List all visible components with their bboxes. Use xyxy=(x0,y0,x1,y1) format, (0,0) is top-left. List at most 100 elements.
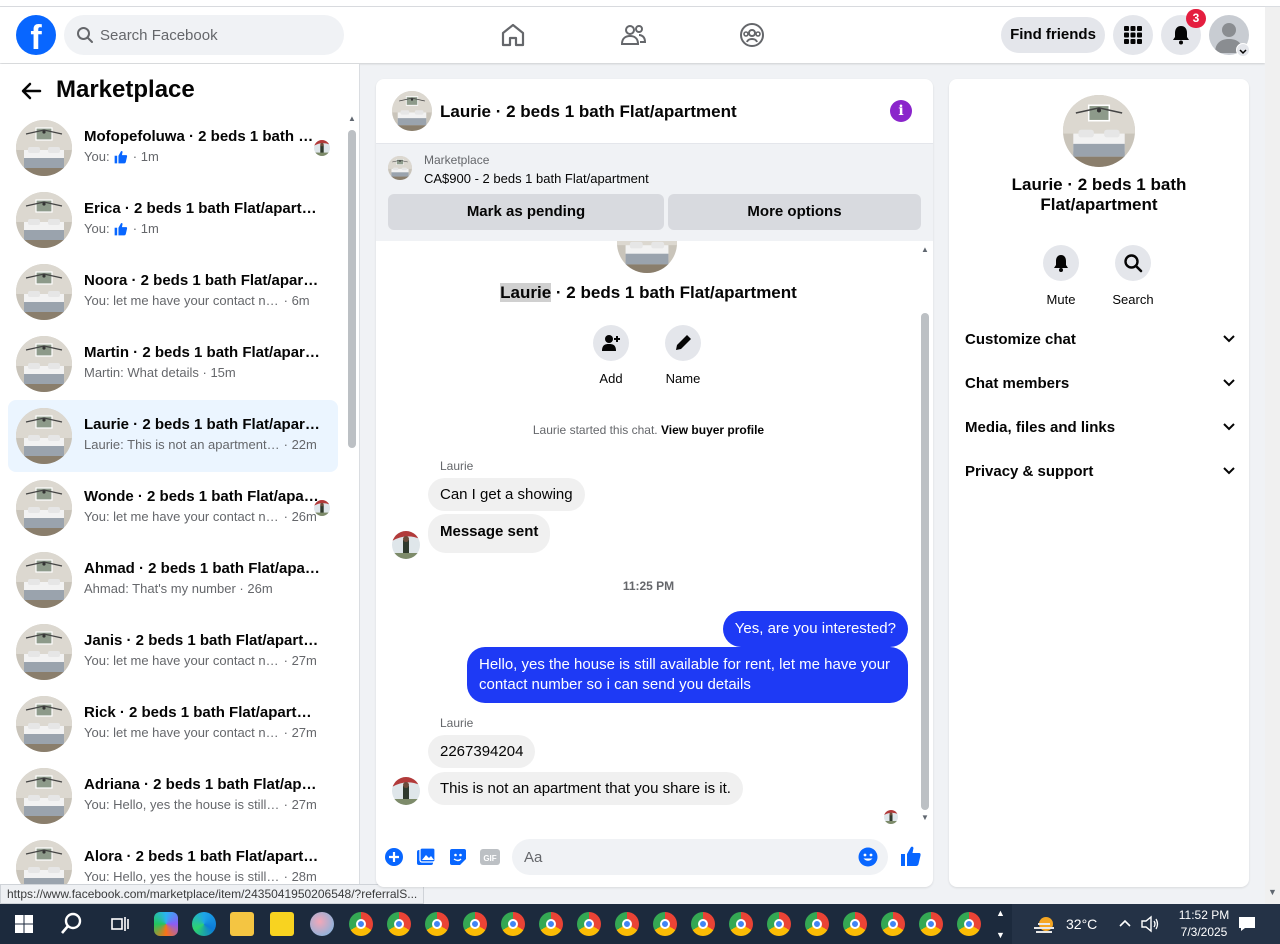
task-view-icon[interactable] xyxy=(106,910,134,938)
sender-avatar[interactable] xyxy=(392,531,420,559)
snippet-text: Laurie: This is not an apartment that yo… xyxy=(84,437,280,452)
chat-avatar[interactable] xyxy=(392,91,432,131)
chrome-browser-icon[interactable] xyxy=(881,912,905,936)
conversation-name: Wonde · 2 beds 1 bath Flat/apartment xyxy=(84,488,320,505)
emoji-icon[interactable] xyxy=(858,847,878,867)
file-explorer-icon[interactable] xyxy=(230,912,254,936)
edge-browser-icon[interactable] xyxy=(192,912,216,936)
home-icon[interactable] xyxy=(499,21,527,49)
chrome-browser-icon[interactable] xyxy=(387,912,411,936)
incoming-message[interactable]: Can I get a showing xyxy=(428,478,585,511)
friends-icon[interactable] xyxy=(619,21,647,49)
incoming-message[interactable]: 2267394204 xyxy=(428,735,536,768)
chrome-browser-icon[interactable] xyxy=(957,912,981,936)
sender-avatar[interactable] xyxy=(392,777,420,805)
sticker-icon[interactable] xyxy=(448,847,468,867)
more-options-button[interactable]: More options xyxy=(668,194,921,230)
menu-button[interactable] xyxy=(1113,15,1153,55)
conversation-item[interactable]: Wonde · 2 beds 1 bath Flat/apartment You:… xyxy=(8,472,338,544)
conversation-item[interactable]: Adriana · 2 beds 1 bath Flat/apartment Yo… xyxy=(8,760,338,832)
conversation-item[interactable]: Ahmad · 2 beds 1 bath Flat/apartment Ahma… xyxy=(8,544,338,616)
gif-icon[interactable]: GIF xyxy=(480,847,500,867)
sticky-notes-icon[interactable] xyxy=(270,912,294,936)
search-in-chat-button[interactable]: Search xyxy=(1098,245,1168,307)
taskbar-scroll-up-icon[interactable]: ▲ xyxy=(996,908,1005,918)
chrome-browser-icon[interactable] xyxy=(349,912,373,936)
chrome-browser-icon[interactable] xyxy=(805,912,829,936)
windows-start-icon[interactable] xyxy=(10,910,38,938)
incoming-message[interactable]: Message sent xyxy=(428,514,551,553)
conversation-time: 22m xyxy=(291,437,317,452)
weather-icon[interactable] xyxy=(1032,914,1058,936)
outgoing-message[interactable]: Hello, yes the house is still available … xyxy=(467,647,908,703)
chrome-browser-icon[interactable] xyxy=(577,912,601,936)
info-icon[interactable]: i xyxy=(890,100,912,122)
pencil-icon xyxy=(676,335,691,350)
chrome-browser-icon[interactable] xyxy=(691,912,715,936)
chrome-browser-icon[interactable] xyxy=(539,912,563,936)
incoming-message[interactable]: This is not an apartment that you share … xyxy=(428,772,743,805)
conversation-snippet: Martin: What details · 15m xyxy=(84,365,236,380)
taskbar-scroll-down-icon[interactable]: ▼ xyxy=(996,930,1005,940)
conversation-item[interactable]: Janis · 2 beds 1 bath Flat/apartment You:… xyxy=(8,616,338,688)
conversation-snippet: You: · 1m xyxy=(84,149,159,164)
paint-icon[interactable] xyxy=(310,912,334,936)
conversation-item[interactable]: Mofopefoluwa · 2 beds 1 bath Flat/apartm… xyxy=(8,112,338,184)
chevron-up-icon[interactable] xyxy=(1118,918,1132,928)
facebook-logo-icon[interactable]: f xyxy=(16,15,56,55)
chrome-browser-icon[interactable] xyxy=(425,912,449,936)
groups-icon[interactable] xyxy=(738,21,766,49)
message-input-box[interactable] xyxy=(512,839,888,875)
photo-icon[interactable] xyxy=(416,847,436,867)
thumbs-up-icon[interactable] xyxy=(900,845,922,867)
conversation-snippet: You: let me have your contact number · 2… xyxy=(84,653,317,668)
conversation-item[interactable]: Laurie · 2 beds 1 bath Flat/apartment Lau… xyxy=(8,400,338,472)
conversation-time: 26m xyxy=(291,509,317,524)
add-people-action[interactable]: Add xyxy=(581,325,641,386)
snippet-text: Martin: What details xyxy=(84,365,199,380)
chrome-browser-icon[interactable] xyxy=(615,912,639,936)
name-chat-action[interactable]: Name xyxy=(653,325,713,386)
chrome-browser-icon[interactable] xyxy=(767,912,791,936)
chrome-browser-icon[interactable] xyxy=(729,912,753,936)
speaker-icon[interactable] xyxy=(1140,915,1160,933)
chat-scrollbar[interactable]: ▲ ▼ xyxy=(919,245,931,825)
search-icon[interactable] xyxy=(58,910,86,938)
mute-button[interactable]: Mute xyxy=(1026,245,1096,307)
back-arrow-icon[interactable] xyxy=(20,80,42,102)
chrome-browser-icon[interactable] xyxy=(843,912,867,936)
message-thread: Laurie · 2 beds 1 bath Flat/apartment Ad… xyxy=(376,241,921,826)
notification-center-icon[interactable] xyxy=(1238,915,1256,933)
conversation-name: Alora · 2 beds 1 bath Flat/apartment xyxy=(84,848,320,865)
find-friends-button[interactable]: Find friends xyxy=(1001,17,1105,53)
system-clock[interactable]: 11:52 PM 7/3/2025 xyxy=(1168,907,1240,941)
sidebar-scrollbar[interactable]: ▲ xyxy=(346,114,358,904)
conversation-time: 1m xyxy=(140,221,159,236)
account-chevron-icon[interactable] xyxy=(1236,43,1250,57)
chat-members-section[interactable]: Chat members xyxy=(965,363,1235,407)
section-label: Chat members xyxy=(965,375,1070,392)
chrome-browser-icon[interactable] xyxy=(919,912,943,936)
window-scrollbar[interactable]: ▼ xyxy=(1265,7,1280,904)
search-box[interactable] xyxy=(64,15,344,55)
plus-circle-icon[interactable] xyxy=(384,847,404,867)
outgoing-message[interactable]: Yes, are you interested? xyxy=(722,611,908,647)
message-input[interactable] xyxy=(524,839,844,875)
view-buyer-profile-link[interactable]: View buyer profile xyxy=(661,423,764,437)
chrome-browser-icon[interactable] xyxy=(501,912,525,936)
conversation-item[interactable]: Erica · 2 beds 1 bath Flat/apartment You:… xyxy=(8,184,338,256)
conversation-item[interactable]: Rick · 2 beds 1 bath Flat/apartment You: … xyxy=(8,688,338,760)
listing-thumbnail[interactable] xyxy=(388,156,412,180)
chrome-browser-icon[interactable] xyxy=(463,912,487,936)
customize-chat-section[interactable]: Customize chat xyxy=(965,319,1235,363)
conversation-item[interactable]: Martin · 2 beds 1 bath Flat/apartment Mar… xyxy=(8,328,338,400)
mark-as-pending-button[interactable]: Mark as pending xyxy=(388,194,664,230)
copilot-icon[interactable] xyxy=(154,912,178,936)
media-files-links-section[interactable]: Media, files and links xyxy=(965,407,1235,451)
listing-price[interactable]: CA$900 - 2 beds 1 bath Flat/apartment xyxy=(424,171,649,186)
chat-title[interactable]: Laurie · 2 beds 1 bath Flat/apartment xyxy=(440,102,737,122)
conversation-item[interactable]: Noora · 2 beds 1 bath Flat/apartment You:… xyxy=(8,256,338,328)
chrome-browser-icon[interactable] xyxy=(653,912,677,936)
search-input[interactable] xyxy=(100,15,330,55)
privacy-support-section[interactable]: Privacy & support xyxy=(965,451,1235,495)
